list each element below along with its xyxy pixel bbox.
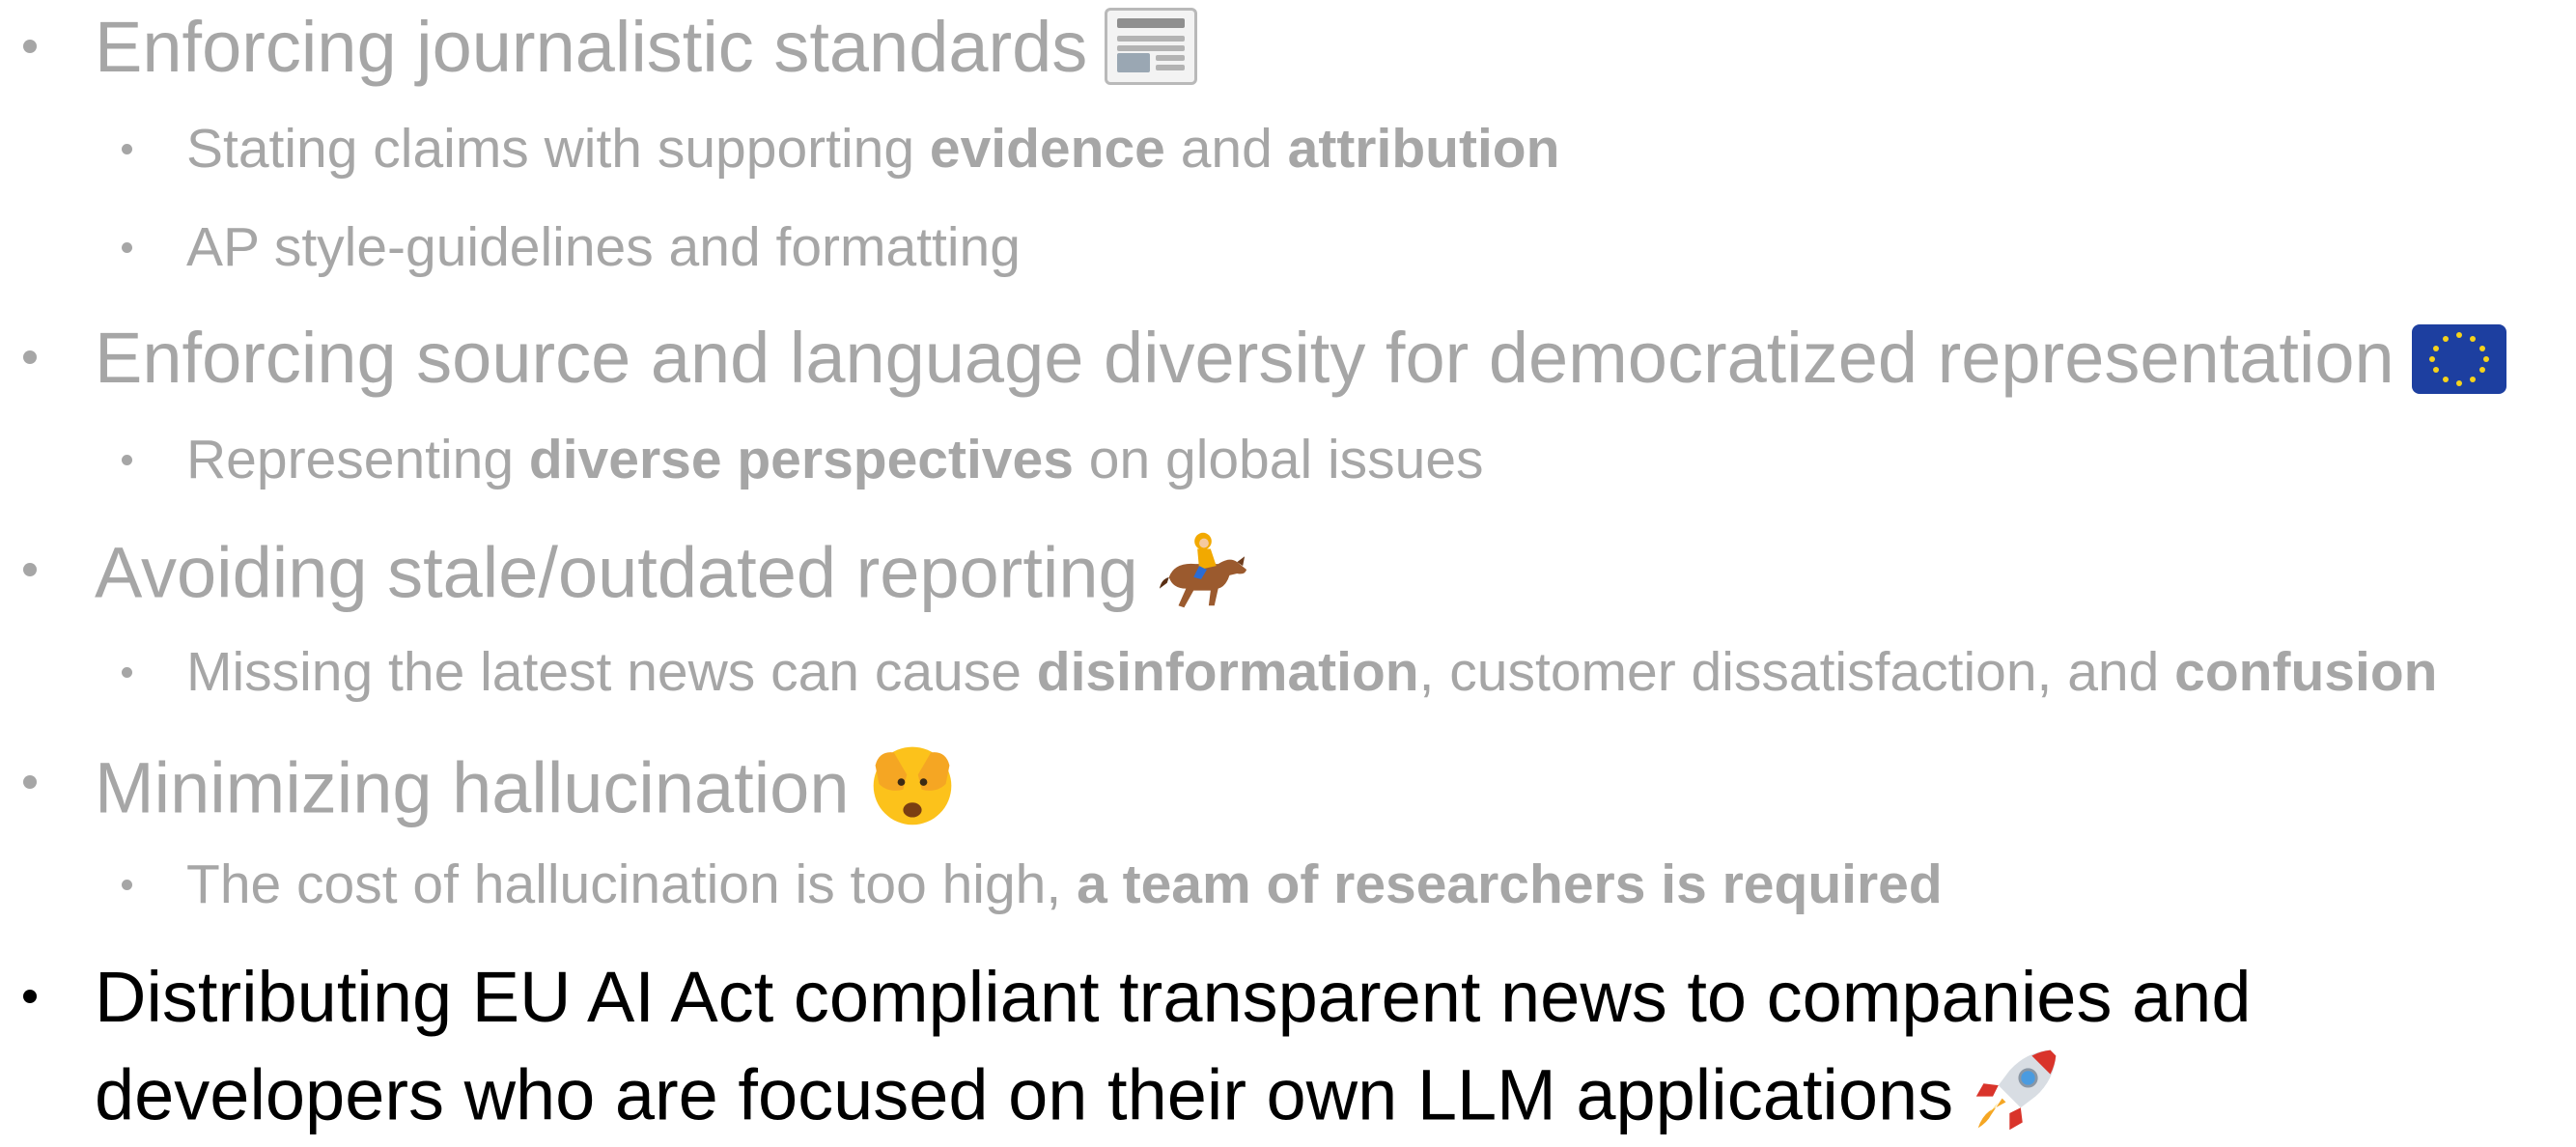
- sub-bullet-text: Missing the latest news can cause: [186, 641, 1037, 703]
- bullet-dot: [122, 667, 132, 678]
- sub-bullet-text: , customer dissatisfaction, and: [1418, 641, 2175, 703]
- sub-bullet-text: AP style-guidelines and formatting: [186, 216, 1021, 278]
- bold-confusion: confusion: [2174, 641, 2438, 703]
- bullet-text: Avoiding stale/outdated reporting: [95, 532, 1138, 613]
- bullet-dot: [23, 40, 37, 53]
- slide: Enforcing journalistic standards Stating…: [0, 0, 2576, 1131]
- face-with-peeking-eye-icon: [874, 746, 952, 825]
- bullet-dot: [122, 455, 132, 465]
- bold-attribution: attribution: [1287, 118, 1560, 180]
- eu-flag-icon: [2411, 324, 2506, 395]
- bold-diverse-perspectives: diverse perspectives: [528, 429, 1074, 490]
- bullet-text: Enforcing source and language diversity …: [95, 318, 2394, 398]
- rocket-icon: [1975, 1049, 2057, 1131]
- bullet-text-line-2: developers who are focused on their own …: [95, 1054, 1954, 1135]
- bullet-text-line-1: Distributing EU AI Act compliant transpa…: [95, 957, 2252, 1037]
- bullet-dot: [23, 350, 37, 364]
- bullet-text: Enforcing journalistic standards: [95, 7, 1088, 87]
- bold-disinformation: disinformation: [1036, 641, 1419, 703]
- bold-evidence: evidence: [929, 118, 1165, 180]
- sub-bullet-text: and: [1164, 118, 1288, 180]
- bullet-dot: [122, 144, 132, 154]
- horse-racing-icon: [1159, 532, 1246, 608]
- newspaper-icon: [1105, 8, 1198, 86]
- bullet-dot: [23, 990, 37, 1003]
- bullet-text: Minimizing hallucination: [95, 747, 850, 828]
- bullet-dot: [122, 242, 132, 253]
- bold-team-researchers: a team of researchers is required: [1077, 853, 1943, 915]
- bullet-dot: [122, 880, 132, 890]
- bullet-dot: [23, 775, 37, 789]
- sub-bullet-text: on global issues: [1073, 429, 1484, 490]
- sub-bullet-text: The cost of hallucination is too high,: [186, 853, 1078, 915]
- bullet-dot: [23, 563, 37, 576]
- sub-bullet-text: Representing: [186, 429, 529, 490]
- sub-bullet-text: Stating claims with supporting: [186, 118, 930, 180]
